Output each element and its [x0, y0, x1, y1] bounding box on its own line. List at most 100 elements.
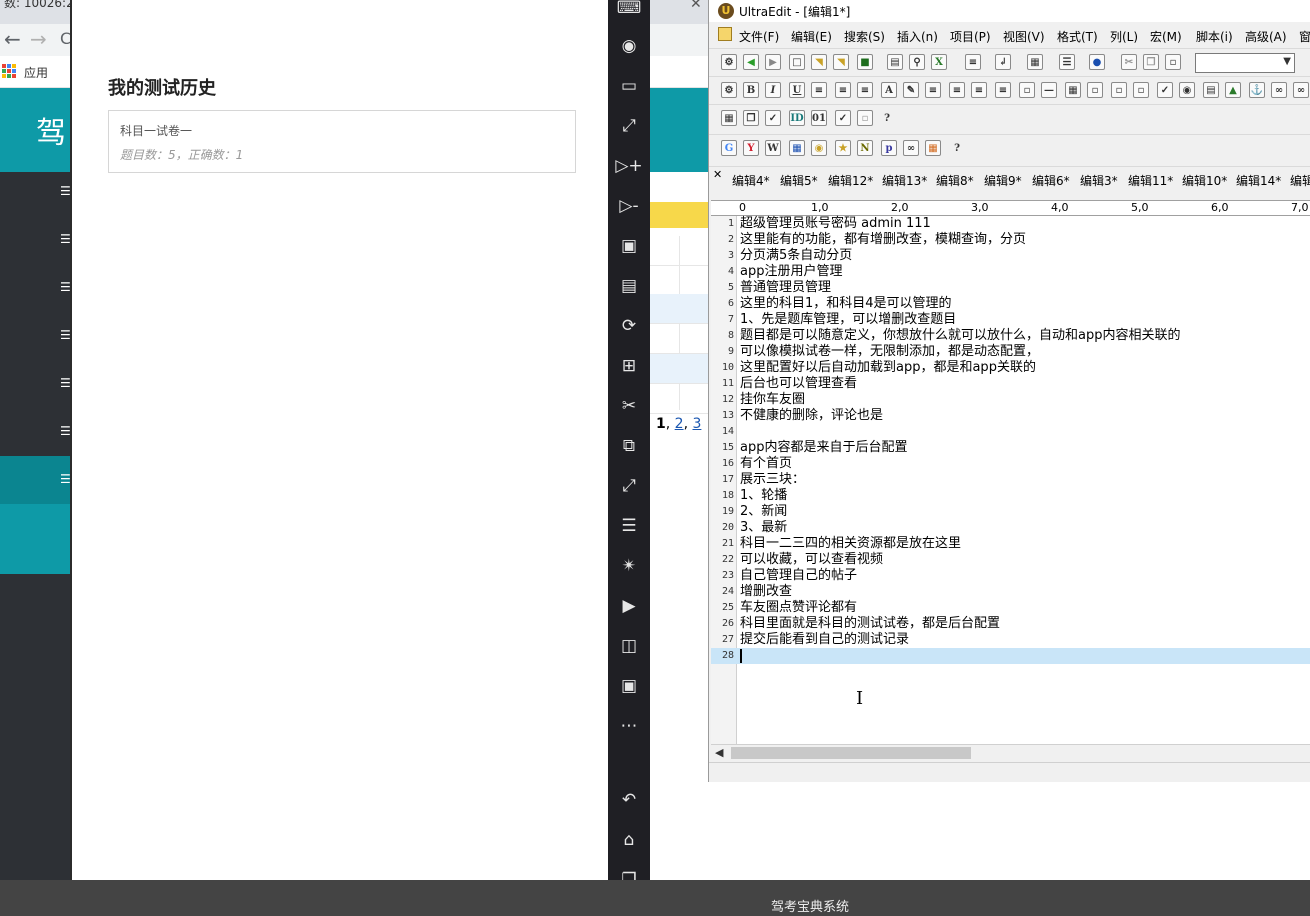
- cut-icon[interactable]: ✂: [617, 394, 641, 418]
- editor-line[interactable]: 27 提交后能看到自己的测试记录: [711, 632, 1310, 648]
- document-icon[interactable]: [718, 27, 732, 41]
- editor-line[interactable]: 3 分页满5条自动分页: [711, 248, 1310, 264]
- page-link[interactable]: 3: [692, 416, 701, 432]
- notes-icon[interactable]: N: [857, 140, 873, 156]
- more-icon[interactable]: ⋯: [617, 714, 641, 738]
- editor-line[interactable]: 21 科目一二三四的相关资源都是放在这里: [711, 536, 1310, 552]
- loading-icon[interactable]: ✴: [617, 554, 641, 578]
- scroll-left-icon[interactable]: ◀: [715, 746, 723, 759]
- menu-macro[interactable]: 宏(M): [1150, 28, 1182, 45]
- editor-line[interactable]: 13 不健康的删除，评论也是: [711, 408, 1310, 424]
- menu-format[interactable]: 格式(T): [1057, 28, 1098, 45]
- keyboard-icon[interactable]: ⌨: [617, 0, 642, 20]
- test-history-card[interactable]: 科目一试卷一 题目数：5，正确数：1: [108, 110, 576, 173]
- editor-line[interactable]: 18 1、轮播: [711, 488, 1310, 504]
- horizontal-rule-icon[interactable]: —: [1041, 82, 1057, 98]
- textarea-icon[interactable]: ▫: [1111, 82, 1127, 98]
- editor-line[interactable]: 26 科目里面就是科目的测试试卷，都是后台配置: [711, 616, 1310, 632]
- open-file-icon[interactable]: ◥: [833, 54, 849, 70]
- editor-line[interactable]: 23 自己管理自己的帖子: [711, 568, 1310, 584]
- editor-line[interactable]: 6 这里的科目1，和科目4是可以管理的: [711, 296, 1310, 312]
- editor-line[interactable]: 19 2、新闻: [711, 504, 1310, 520]
- editor-line[interactable]: 7 1、先是题库管理，可以增删改查题目: [711, 312, 1310, 328]
- file-tab[interactable]: 编辑14*: [1236, 172, 1281, 189]
- rotate-icon[interactable]: ⟳: [617, 314, 641, 338]
- bullet-list-icon[interactable]: ≡: [835, 82, 851, 98]
- home-icon[interactable]: ⌂: [617, 828, 641, 852]
- copy-icon[interactable]: ❐: [1143, 54, 1159, 70]
- align-right-icon[interactable]: ≡: [971, 82, 987, 98]
- radio-icon[interactable]: ◉: [1179, 82, 1195, 98]
- edit-icon[interactable]: ✎: [903, 82, 919, 98]
- table-icon[interactable]: ▦: [1065, 82, 1081, 98]
- bulb-icon[interactable]: ◉: [811, 140, 827, 156]
- forward-arrow-icon[interactable]: ▶: [765, 54, 781, 70]
- stack-icon[interactable]: ☰: [60, 184, 71, 198]
- file-tab[interactable]: 编辑10*: [1182, 172, 1227, 189]
- file-tab[interactable]: 编辑3*: [1080, 172, 1118, 189]
- editor-line[interactable]: 17 展示三块：: [711, 472, 1310, 488]
- menu-search[interactable]: 搜索(S): [844, 28, 885, 45]
- apps-grid-icon[interactable]: [2, 64, 16, 78]
- horizontal-scrollbar[interactable]: ◀: [711, 744, 1310, 761]
- screen-icon[interactable]: ▭: [617, 74, 641, 98]
- back-icon[interactable]: ↶: [617, 788, 641, 812]
- menu-script[interactable]: 脚本(i): [1196, 28, 1233, 45]
- save-icon[interactable]: ■: [857, 54, 873, 70]
- ultraedit-titlebar[interactable]: U UltraEdit - [编辑1*]: [709, 0, 1310, 22]
- help-icon[interactable]: ?: [879, 110, 895, 126]
- special-char-icon[interactable]: ∞: [1271, 82, 1287, 98]
- file-tab[interactable]: 编辑12*: [828, 172, 873, 189]
- page-link[interactable]: 2: [675, 416, 684, 432]
- open-folder-icon[interactable]: ◥: [811, 54, 827, 70]
- word-wrap-icon[interactable]: ↲: [995, 54, 1011, 70]
- editor-line[interactable]: 22 可以收藏，可以查看视频: [711, 552, 1310, 568]
- help-icon[interactable]: ?: [949, 140, 965, 156]
- infinity-icon[interactable]: ∞: [903, 140, 919, 156]
- video-icon[interactable]: ▶: [617, 594, 641, 618]
- install-apk-icon[interactable]: ⊞: [617, 354, 641, 378]
- image-icon[interactable]: ▲: [1225, 82, 1241, 98]
- print-icon[interactable]: ▤: [887, 54, 903, 70]
- windows-icon[interactable]: ▦: [925, 140, 941, 156]
- italic-icon[interactable]: I: [765, 82, 781, 98]
- input-icon[interactable]: ▫: [1087, 82, 1103, 98]
- stack-icon[interactable]: ☰: [60, 376, 71, 390]
- back-icon[interactable]: ←: [4, 28, 21, 50]
- screenshot-icon[interactable]: ▣: [617, 234, 641, 258]
- binary-icon[interactable]: 01: [811, 110, 827, 126]
- new-file-icon[interactable]: □: [789, 54, 805, 70]
- close-tab-icon[interactable]: ✕: [713, 168, 722, 181]
- numbered-list-icon[interactable]: ≡: [857, 82, 873, 98]
- menu-icon[interactable]: ☰: [617, 514, 641, 538]
- file-tab[interactable]: 编辑8*: [936, 172, 974, 189]
- align-left-icon[interactable]: ≡: [925, 82, 941, 98]
- editor-line[interactable]: 4 app注册用户管理: [711, 264, 1310, 280]
- menu-edit[interactable]: 编辑(E): [791, 28, 832, 45]
- menu-project[interactable]: 项目(P): [950, 28, 991, 45]
- volume-down-icon[interactable]: ▷-: [617, 194, 641, 218]
- menu-window[interactable]: 窗: [1299, 28, 1310, 45]
- editor-line[interactable]: 14: [711, 424, 1310, 440]
- menu-column[interactable]: 列(L): [1110, 28, 1138, 45]
- trash-icon[interactable]: ◫: [617, 634, 641, 658]
- export-icon[interactable]: X: [931, 54, 947, 70]
- grid-icon[interactable]: ▦: [721, 110, 737, 126]
- gamepad-icon[interactable]: ▣: [617, 674, 641, 698]
- file-tab[interactable]: 编辑5*: [780, 172, 818, 189]
- text-editor[interactable]: 1 超级管理员账号密码 admin 111 2 这里能有的功能，都有增删改查，模糊查询…: [711, 216, 1310, 744]
- copy-file-icon[interactable]: ❐: [743, 110, 759, 126]
- star-icon[interactable]: ★: [835, 140, 851, 156]
- hex-edit-icon[interactable]: ▦: [1027, 54, 1043, 70]
- select-icon[interactable]: ▫: [1133, 82, 1149, 98]
- open-remote-icon[interactable]: ⚙: [721, 54, 737, 70]
- wikipedia-icon[interactable]: W: [765, 140, 781, 156]
- browser-view-icon[interactable]: ●: [1089, 54, 1105, 70]
- close-icon[interactable]: ✕: [690, 0, 702, 12]
- anchor-icon[interactable]: ⚓: [1249, 82, 1265, 98]
- checkbox-icon[interactable]: ✓: [1157, 82, 1173, 98]
- paste-icon[interactable]: ▫: [1165, 54, 1181, 70]
- file-tab[interactable]: 编辑: [1290, 172, 1310, 189]
- back-arrow-icon[interactable]: ◀: [743, 54, 759, 70]
- macro-icon[interactable]: ✓: [835, 110, 851, 126]
